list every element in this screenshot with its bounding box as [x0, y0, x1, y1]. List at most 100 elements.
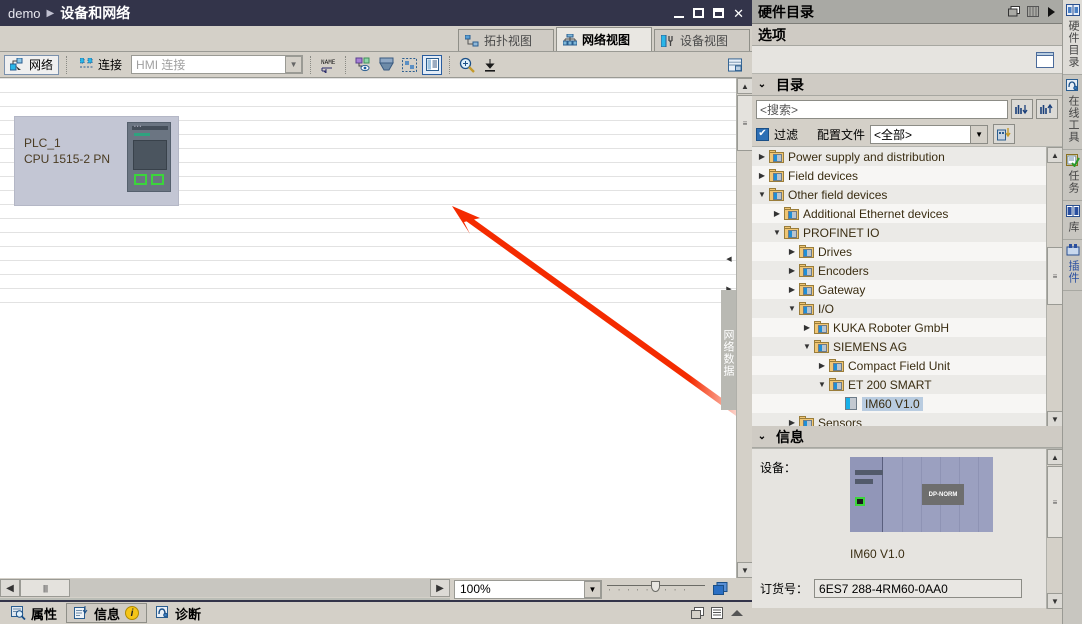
tree-expander-icon[interactable]: ▼ [815, 380, 829, 389]
tree-node[interactable]: ▶ Sensors [752, 413, 1062, 426]
vertical-tab-online-tools[interactable]: 在线工具 [1063, 75, 1082, 150]
statusbar-restore-icon[interactable] [691, 607, 704, 619]
scroll-up-button[interactable]: ▲ [737, 78, 753, 94]
tree-vertical-scrollbar[interactable]: ▲ ≡ ▼ [1046, 147, 1062, 426]
netdata-expand-arrows[interactable]: ◀ ▶ [723, 255, 735, 293]
vertical-tab-tasks[interactable]: 任务 [1063, 150, 1082, 201]
catalog-tree[interactable]: ▶ Power supply and distribution ▶ Field dev… [752, 146, 1062, 426]
zoom-slider[interactable]: ''''''''' [607, 580, 705, 598]
tree-node[interactable]: ▶ Drives [752, 242, 1062, 261]
hmi-connection-combo[interactable]: HMI 连接 ▼ [131, 55, 304, 74]
zoom-chevron-down-icon[interactable]: ▼ [584, 580, 601, 598]
tree-scroll-thumb[interactable]: ≡ [1047, 247, 1062, 305]
connection-mode-button[interactable]: 连接 [74, 55, 128, 75]
tree-node[interactable]: ▶ Power supply and distribution [752, 147, 1062, 166]
tree-expander-icon[interactable]: ▼ [800, 342, 814, 351]
search-input[interactable]: <搜索> [756, 99, 1008, 119]
tree-node[interactable]: ▶ Compact Field Unit [752, 356, 1062, 375]
tree-expander-icon[interactable]: ▶ [785, 266, 799, 275]
tree-expander-icon[interactable]: ▼ [770, 228, 784, 237]
panel-collapse-icon[interactable] [1027, 6, 1039, 17]
panel-expand-arrow-icon[interactable] [1046, 6, 1056, 18]
search-down-icon[interactable] [1011, 99, 1033, 119]
tree-node[interactable]: ▼ Other field devices [752, 185, 1062, 204]
catalog-section-header[interactable]: ⌄ 目录 [752, 74, 1062, 96]
tab-diagnostics[interactable]: 诊断 [149, 603, 208, 623]
network-data-tab[interactable]: 网络数据 [721, 290, 736, 410]
tree-node[interactable]: ▼ I/O [752, 299, 1062, 318]
vertical-tab-addins[interactable]: 插件 [1063, 240, 1082, 291]
download-icon[interactable] [480, 55, 500, 75]
tree-expander-icon[interactable]: ▶ [815, 361, 829, 370]
maximize-icon[interactable] [713, 8, 725, 18]
tree-node[interactable]: IM60 V1.0 [752, 394, 1062, 413]
zoom-in-icon[interactable] [457, 55, 477, 75]
tree-expander-icon[interactable]: ▶ [755, 171, 769, 180]
tab-network-view[interactable]: 网络视图 [556, 27, 652, 51]
filter-checkbox[interactable]: ✔ [756, 127, 769, 141]
hscroll-track[interactable] [70, 579, 430, 597]
vscroll-thumb[interactable]: ≡ [737, 95, 753, 151]
scroll-left-button[interactable]: ◀ [0, 579, 20, 597]
select-area-icon[interactable] [399, 55, 419, 75]
info-scroll-thumb[interactable]: ≡ [1047, 466, 1063, 538]
tree-scroll-down-button[interactable]: ▼ [1047, 411, 1062, 426]
zoom-combo[interactable]: 100% ▼ [454, 579, 602, 599]
network-overview-icon[interactable] [728, 55, 748, 75]
tree-node[interactable]: ▼ SIEMENS AG [752, 337, 1062, 356]
tab-properties[interactable]: 属性 [4, 603, 64, 623]
hscroll-thumb[interactable]: |||| [20, 579, 70, 597]
profile-combo[interactable]: <全部> ▼ [870, 124, 989, 144]
name-label-icon[interactable]: NAME [318, 55, 338, 75]
tab-topology-view[interactable]: 拓扑视图 [458, 29, 554, 51]
minimize-icon[interactable] [674, 16, 685, 18]
tree-expander-icon[interactable]: ▼ [785, 304, 799, 313]
tree-node[interactable]: ▶ Additional Ethernet devices [752, 204, 1062, 223]
relations-icon[interactable] [353, 55, 373, 75]
options-toggle-icon[interactable] [1036, 51, 1054, 68]
network-canvas[interactable]: PLC_1 CPU 1515-2 PN ••• [0, 78, 736, 578]
scroll-right-button[interactable]: ▶ [430, 579, 450, 597]
breadcrumb-project[interactable]: demo [0, 6, 41, 21]
vertical-tab-catalog-book[interactable]: 硬件目录 [1063, 0, 1082, 75]
scroll-down-button[interactable]: ▼ [737, 562, 753, 578]
profile-settings-icon[interactable] [993, 124, 1016, 144]
tree-scroll-up-button[interactable]: ▲ [1047, 147, 1062, 163]
tree-expander-icon[interactable]: ▶ [785, 418, 799, 426]
options-section-header[interactable]: 选项 [752, 24, 1062, 46]
tab-info[interactable]: 信息 i [66, 603, 148, 623]
close-icon[interactable]: ✕ [733, 7, 744, 20]
info-section-header[interactable]: ⌄ 信息 [752, 426, 1062, 448]
info-vertical-scrollbar[interactable]: ▲ ≡ ▼ [1046, 449, 1063, 609]
profile-chevron-down-icon[interactable]: ▼ [970, 125, 988, 143]
tab-device-view[interactable]: 设备视图 [654, 29, 750, 51]
show-address-icon[interactable] [422, 54, 443, 75]
tree-expander-icon[interactable]: ▶ [800, 323, 814, 332]
network-mode-button[interactable]: 网络 [4, 54, 60, 75]
vertical-tab-library[interactable]: 库 [1063, 201, 1082, 240]
tree-node[interactable]: ▼ ET 200 SMART [752, 375, 1062, 394]
statusbar-list-icon[interactable] [711, 607, 723, 619]
tree-expander-icon[interactable]: ▶ [755, 152, 769, 161]
statusbar-collapse-icon[interactable] [730, 609, 744, 617]
tree-expander-icon[interactable]: ▼ [755, 190, 769, 199]
search-up-icon[interactable] [1036, 99, 1058, 119]
tree-node[interactable]: ▼ PROFINET IO [752, 223, 1062, 242]
info-scroll-down-button[interactable]: ▼ [1047, 593, 1063, 609]
zoom-slider-knob[interactable] [651, 581, 660, 592]
chevron-down-icon[interactable]: ▼ [285, 56, 303, 73]
tree-expander-icon[interactable]: ▶ [785, 247, 799, 256]
tree-node[interactable]: ▶ Field devices [752, 166, 1062, 185]
fit-window-icon[interactable] [710, 579, 730, 599]
chevron-down-icon[interactable]: ⌄ [754, 79, 770, 90]
chevron-down-icon-info[interactable]: ⌄ [754, 431, 770, 442]
tree-node[interactable]: ▶ Encoders [752, 261, 1062, 280]
netdata-collapse-icon[interactable]: ◀ [723, 255, 735, 263]
plc-device-block[interactable]: PLC_1 CPU 1515-2 PN ••• [14, 116, 179, 206]
order-number-field[interactable]: 6ES7 288-4RM60-0AA0 [814, 579, 1023, 598]
tree-node[interactable]: ▶ Gateway [752, 280, 1062, 299]
tree-expander-icon[interactable]: ▶ [785, 285, 799, 294]
canvas-vertical-scrollbar[interactable]: ▲ ≡ ▼ [736, 78, 753, 578]
canvas-horizontal-scrollbar[interactable]: ◀ |||| ▶ [0, 578, 450, 598]
panel-restore-icon[interactable] [1008, 6, 1020, 17]
